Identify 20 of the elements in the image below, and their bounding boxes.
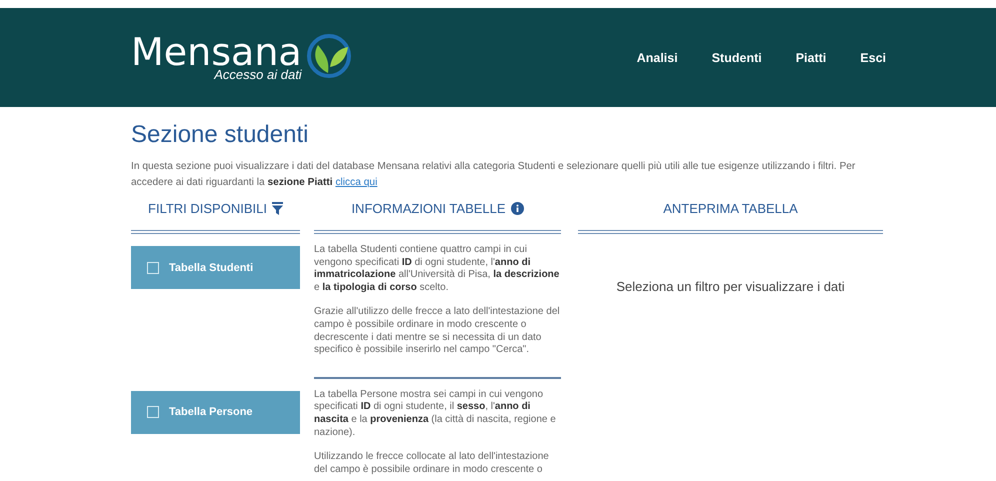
column-heading: INFORMAZIONI TABELLE [314, 197, 561, 234]
checkbox[interactable] [147, 406, 159, 418]
nav-link[interactable]: Studenti [712, 50, 762, 64]
info-text: Utilizzando le frecce collocate al lato dell'intestazione del campo è possibile ordinare in modo crescente o [314, 451, 550, 476]
nav-link[interactable]: Analisi [636, 50, 678, 64]
nav-link[interactable]: Esci [860, 50, 886, 64]
preview-message: Seleziona un filtro per visualizzare i dati [616, 279, 845, 294]
page-title: Sezione studenti [131, 121, 310, 149]
info-text: La tabella Studenti contiene quattro campi in cui vengono specificati ID di ogni studente, l'anno di immatricolazione all'Università di Pisa, la descrizione e la tipologia di corso scelto. [314, 244, 560, 294]
nav-link[interactable]: Piatti [796, 50, 826, 64]
leaf-logo-icon [306, 32, 352, 78]
info-text: Grazie all'utilizzo delle frecce a lato dell'intestazione del campo è possibile ordinare in modo crescente o decrescente i dati mentre se si necessita di un dato specifico è possibile inserirlo nel campo "Cerca". [314, 306, 561, 357]
column-heading: ANTEPRIMA TABELLA [578, 197, 883, 234]
info-icon [510, 202, 524, 215]
checkbox[interactable] [147, 262, 159, 274]
info-text: La tabella Persone mostra sei campi in cui vengono specificati ID di ogni studente, il sesso, l'anno di nascita e la provenienza (la città di nascita, regione e nazione). [314, 388, 557, 440]
filter-icon [272, 202, 283, 215]
link[interactable]: clicca qui [335, 177, 378, 188]
intro-text: In questa sezione puoi visualizzare i dati del database Mensana relativi alla categoria Studenti e selezionare quelli più utili alle tue esigenze utilizzando i filtri. Per accedere ai dati riguardanti la sezione Piatti clicca qui [131, 160, 856, 190]
column-heading: FILTRI DISPONIBILI [131, 197, 300, 234]
